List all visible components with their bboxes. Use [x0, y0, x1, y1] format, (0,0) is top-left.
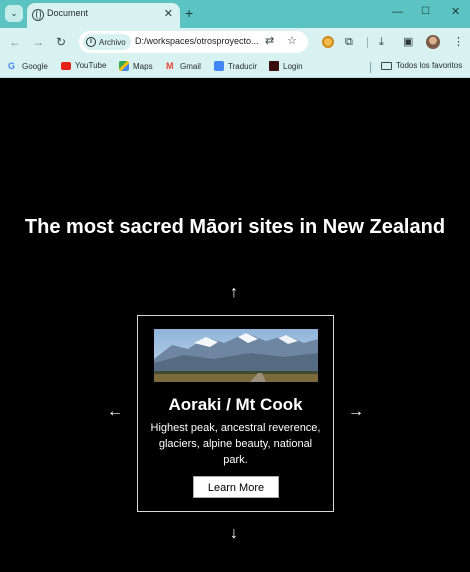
toolbar-divider — [367, 37, 368, 48]
arrow-left-button[interactable]: ← — [107, 403, 123, 421]
mountain-image — [154, 329, 318, 382]
menu-dots-icon[interactable]: ⋮ — [453, 35, 464, 49]
login-site-icon — [269, 61, 279, 71]
forward-icon[interactable]: → — [32, 35, 44, 49]
youtube-icon — [61, 61, 71, 70]
profile-avatar[interactable] — [426, 35, 440, 49]
maximize-icon[interactable]: ☐ — [421, 6, 430, 18]
url-text[interactable]: D:/workspaces/otrosproyecto... — [135, 36, 259, 46]
download-icon[interactable]: ⤓ — [379, 35, 384, 49]
bookmark-label: Google — [22, 61, 48, 71]
all-bookmarks-label: Todos los favoritos — [396, 61, 463, 70]
browser-toolbar: ← → ↻ i Archivo D:/workspaces/otrosproye… — [0, 28, 470, 56]
tab-title: Document — [47, 8, 89, 18]
bookmark-label: Traducir — [228, 61, 258, 71]
bookmarks-bar: G Google YouTube Maps M Gmail Traducir L… — [0, 56, 470, 78]
site-card: Aoraki / Mt Cook Highest peak, ancestral… — [137, 315, 334, 512]
chevron-down-icon: ⌄ — [10, 8, 18, 18]
tab-strip: ⌄ Document ✕ + — ☐ ✕ — [0, 0, 470, 28]
arrow-right-button[interactable]: → — [348, 403, 364, 421]
page-title: The most sacred Māori sites in New Zeala… — [24, 216, 446, 238]
site-info-label: Archivo — [99, 37, 126, 47]
bookmark-youtube[interactable]: YouTube — [61, 61, 106, 70]
bookmark-gmail[interactable]: M Gmail — [166, 61, 201, 71]
card-title: Aoraki / Mt Cook — [168, 395, 303, 414]
arrow-down-button[interactable]: ↓ — [230, 525, 238, 543]
bookmark-label: Gmail — [180, 61, 201, 71]
learn-more-button[interactable]: Learn More — [193, 476, 279, 498]
folder-icon — [381, 61, 392, 70]
gmail-icon: M — [166, 61, 174, 71]
info-icon: i — [86, 37, 96, 47]
globe-icon — [32, 9, 44, 21]
bookmark-traducir[interactable]: Traducir — [214, 61, 257, 71]
reload-icon[interactable]: ↻ — [56, 35, 66, 49]
translate-icon[interactable]: ⇄ — [265, 35, 274, 48]
browser-tab[interactable]: Document ✕ — [27, 3, 180, 28]
translate-icon — [214, 61, 224, 71]
minimize-icon[interactable]: — — [392, 6, 403, 18]
bookmark-star-icon[interactable]: ☆ — [287, 35, 297, 48]
extensions-puzzle-icon[interactable]: ⧉ — [345, 35, 353, 49]
bookmark-label: Maps — [133, 61, 153, 71]
close-tab-icon[interactable]: ✕ — [164, 7, 173, 20]
bookmark-login[interactable]: Login — [269, 61, 303, 71]
address-bar[interactable]: i Archivo D:/workspaces/otrosproyecto...… — [79, 31, 308, 53]
site-info-chip[interactable]: i Archivo — [83, 34, 131, 50]
maps-icon — [119, 61, 129, 71]
google-icon: G — [8, 61, 16, 71]
arrow-up-button[interactable]: ↑ — [230, 284, 238, 302]
new-tab-button[interactable]: + — [185, 5, 193, 21]
close-window-icon[interactable]: ✕ — [451, 6, 460, 18]
extension-icon[interactable] — [322, 36, 334, 48]
bookmarks-divider — [370, 62, 371, 73]
bookmark-google[interactable]: G Google — [8, 61, 48, 71]
bookmark-label: YouTube — [75, 61, 107, 70]
all-bookmarks-folder[interactable]: Todos los favoritos — [381, 61, 462, 70]
bookmark-maps[interactable]: Maps — [119, 61, 153, 71]
side-panel-icon[interactable]: ▣ — [403, 35, 413, 49]
tab-search-button[interactable]: ⌄ — [5, 5, 23, 22]
back-icon[interactable]: ← — [9, 35, 21, 49]
bookmark-label: Login — [283, 61, 303, 71]
page-viewport: The most sacred Māori sites in New Zeala… — [0, 79, 470, 572]
card-description: Highest peak, ancestral reverence, glaci… — [150, 422, 321, 466]
